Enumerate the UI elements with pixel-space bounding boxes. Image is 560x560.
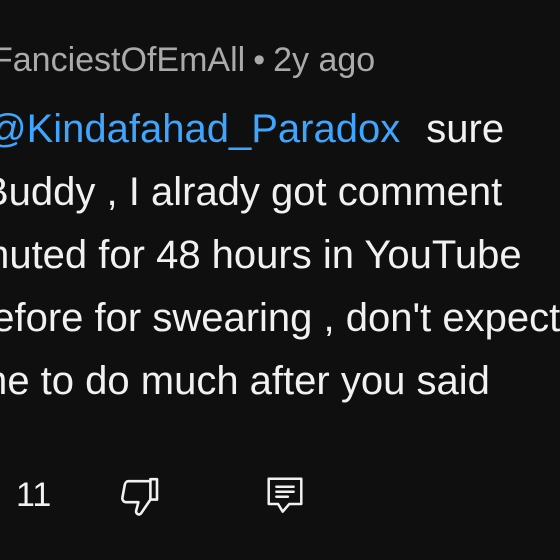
- mention-link[interactable]: @Kindafahad_Paradox: [0, 107, 400, 151]
- comment-header: FanciestOfEmAll • 2y ago: [0, 38, 375, 82]
- thumbs-down-icon: [121, 477, 159, 516]
- dislike-button[interactable]: [116, 472, 164, 520]
- comment-line-text: sure: [426, 107, 505, 151]
- comment-screen: FanciestOfEmAll • 2y ago @Kindafahad_Parad…: [0, 0, 560, 560]
- comment-line-5: me to do much after you said: [0, 359, 490, 403]
- comment-line-4: before for swearing , don't expect: [0, 296, 560, 340]
- like-count: 11: [16, 476, 52, 514]
- comment-text: @Kindafahad_Paradox sure Buddy , I alrady…: [0, 98, 560, 413]
- comment-line-1: @Kindafahad_Paradox sure: [0, 98, 560, 161]
- comment-timestamp: 2y ago: [273, 41, 376, 79]
- comment-author[interactable]: FanciestOfEmAll: [0, 41, 245, 79]
- comment-reply-icon: [267, 477, 303, 513]
- comment-line-3: muted for 48 hours in YouTube: [0, 233, 522, 277]
- comment-action-bar: 11: [0, 470, 560, 520]
- reply-button[interactable]: [262, 472, 308, 518]
- comment-line-2: Buddy , I alrady got comment: [0, 170, 503, 214]
- header-separator: •: [253, 41, 266, 79]
